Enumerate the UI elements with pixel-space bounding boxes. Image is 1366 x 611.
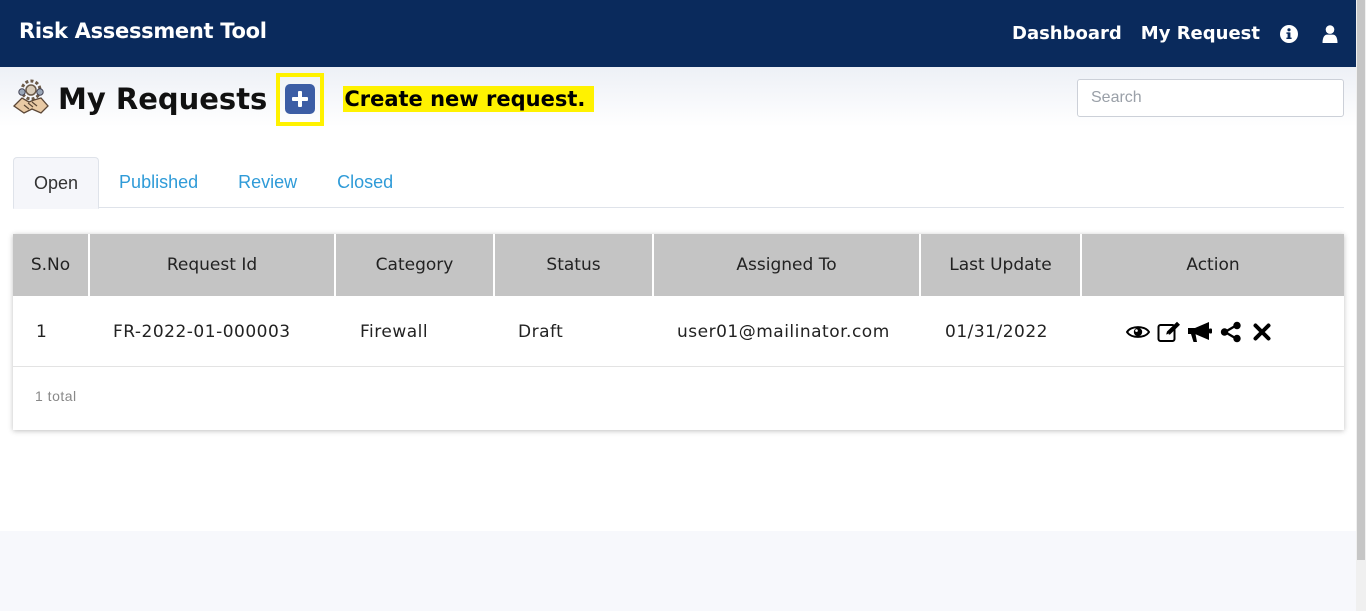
nav-my-request-link[interactable]: My Request <box>1141 23 1260 44</box>
column-header-last-update[interactable]: Last Update <box>921 234 1082 296</box>
request-tabs: Open Published Review Closed <box>13 157 1344 209</box>
add-request-button[interactable] <box>276 72 325 126</box>
plus-square-icon[interactable] <box>285 84 316 114</box>
top-navbar: Risk Assessment Tool Dashboard My Reques… <box>0 0 1356 67</box>
tab-published[interactable]: Published <box>99 157 218 208</box>
tab-open[interactable]: Open <box>13 157 100 209</box>
column-header-sno[interactable]: S.No <box>13 234 90 296</box>
scrollbar-thumb[interactable] <box>1357 0 1365 560</box>
page-title: My Requests <box>58 82 268 116</box>
edit-icon[interactable] <box>1155 318 1182 345</box>
nav-dashboard-link[interactable]: Dashboard <box>1012 23 1122 44</box>
column-header-category[interactable]: Category <box>336 234 495 296</box>
table-row[interactable]: 1 FR-2022-01-000003 Firewall Draft user0… <box>13 296 1344 367</box>
info-icon[interactable] <box>1280 24 1298 43</box>
close-icon[interactable] <box>1248 318 1275 345</box>
cell-request-id: FR-2022-01-000003 <box>113 321 291 342</box>
main-content: My Requests Create new request. Open Pub… <box>0 67 1356 531</box>
cell-actions <box>1082 296 1344 367</box>
column-header-status[interactable]: Status <box>495 234 654 296</box>
app-brand[interactable]: Risk Assessment Tool <box>19 19 267 43</box>
tab-review[interactable]: Review <box>218 157 317 208</box>
table-header: S.No Request Id Category Status Assigned… <box>13 234 1344 296</box>
create-request-annotation: Create new request. <box>343 86 595 112</box>
search-input[interactable] <box>1077 79 1344 117</box>
cell-category: Firewall <box>360 321 429 342</box>
handshake-gears-icon <box>12 78 50 121</box>
table-total-count: 1 total <box>35 388 77 404</box>
user-icon[interactable] <box>1322 24 1338 43</box>
cell-last-update: 01/31/2022 <box>945 321 1048 342</box>
scrollbar[interactable] <box>1356 0 1366 611</box>
column-header-request-id[interactable]: Request Id <box>90 234 336 296</box>
cell-sno: 1 <box>36 321 48 342</box>
requests-table-card: S.No Request Id Category Status Assigned… <box>13 234 1344 430</box>
column-header-assigned-to[interactable]: Assigned To <box>654 234 921 296</box>
megaphone-icon[interactable] <box>1186 318 1213 345</box>
eye-icon[interactable] <box>1124 318 1151 345</box>
page-header: My Requests Create new request. <box>12 72 595 126</box>
cell-assigned-to: user01@mailinator.com <box>677 321 890 342</box>
share-icon[interactable] <box>1217 318 1244 345</box>
tab-closed[interactable]: Closed <box>317 157 413 208</box>
nav-links: Dashboard My Request <box>993 0 1338 67</box>
column-header-action: Action <box>1186 255 1240 275</box>
cell-status: Draft <box>518 321 564 342</box>
